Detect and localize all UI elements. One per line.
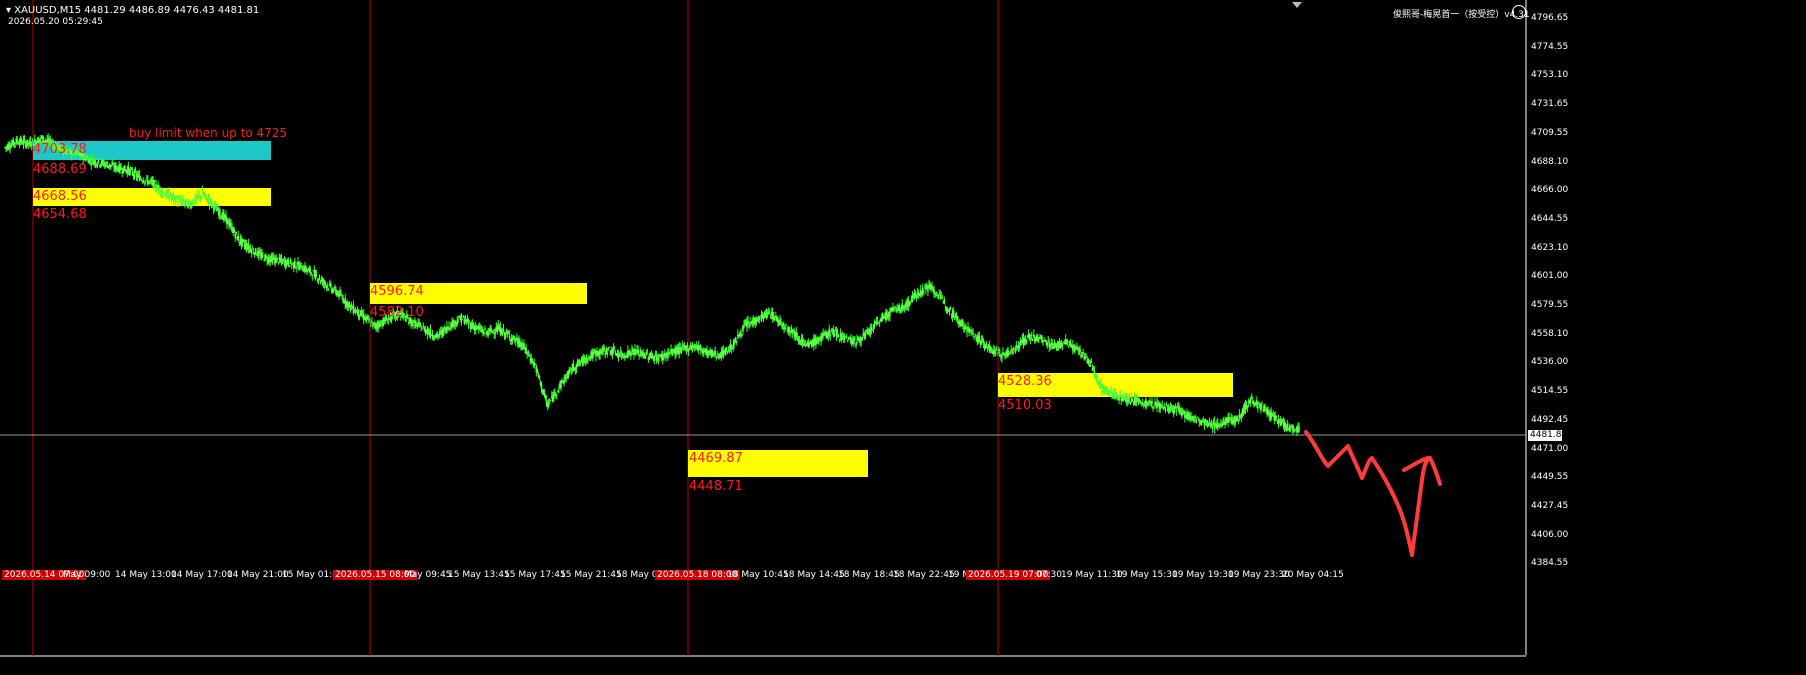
current-price-label: 4481.81: [1530, 430, 1568, 440]
price-tick-label: 4579.55: [1531, 300, 1569, 310]
chart-area[interactable]: ▾ XAUUSD,M15 4481.29 4486.89 4476.43 448…: [0, 0, 1806, 675]
zone3-bottom-label: 4582.10: [370, 305, 424, 320]
time-tick-label: 19 May 11:30: [1061, 570, 1123, 580]
price-tick-label: 4731.65: [1531, 99, 1569, 110]
candlestick-series: [4, 133, 1300, 437]
time-tick-label: 18 May 22:45: [893, 570, 955, 580]
time-tick-label: May 09:00: [63, 570, 111, 580]
price-tick-label: 4753.10: [1531, 70, 1569, 81]
time-tick-label: 14 May 21:00: [227, 570, 289, 580]
buy-limit-note: buy limit when up to 4725: [129, 126, 288, 140]
price-tick-label: 4536.00: [1531, 357, 1569, 368]
time-tick-label: 07:30: [1036, 570, 1062, 580]
time-tick-label: 15 May 21:45: [560, 570, 622, 580]
price-tick-label: 4644.55: [1531, 213, 1569, 224]
price-tick-label: 4709.55: [1531, 127, 1569, 138]
time-tick-label: May 09:45: [404, 570, 452, 580]
zone4-bottom-label: 4510.03: [998, 398, 1052, 413]
price-tick-label: 4796.65: [1531, 13, 1569, 23]
price-tick-label: 4774.55: [1531, 41, 1569, 52]
time-tick-label: 15 May 17:45: [504, 570, 566, 580]
time-tick-label: 19 May 23:30: [1228, 570, 1290, 580]
price-tick-label: 4688.10: [1531, 156, 1569, 167]
zone5-top-label: 4469.87: [689, 451, 743, 466]
zone3-top-label: 4596.74: [370, 284, 424, 299]
time-tick-label: 19 May 19:30: [1172, 570, 1234, 580]
zone1-top-label: 4703.78: [33, 142, 87, 157]
time-tick-label: 18 May 10:45: [727, 570, 789, 580]
time-tick-label: 15 May 13:45: [448, 570, 510, 580]
indicator-name: 俊熙哥-梅晃首一（按受控）v4.31: [1393, 10, 1530, 20]
zone4-top-label: 4528.36: [998, 374, 1052, 389]
time-tick-label: 18 May 18:45: [838, 570, 900, 580]
zone1-bottom-label: 4688.69: [33, 162, 87, 177]
time-tick-label: 14 May 17:00: [171, 570, 233, 580]
price-tick-label: 4449.55: [1531, 472, 1569, 483]
zone2-bottom-label: 4654.68: [33, 207, 87, 222]
symbol-line: XAUUSD,M15 4481.29 4486.89 4476.43 4481.…: [14, 5, 260, 16]
forecast-drawing[interactable]: [1304, 430, 1442, 557]
symbol-info: ▾ XAUUSD,M15 4481.29 4486.89 4476.43 448…: [6, 5, 259, 16]
zone2-top-label: 4668.56: [33, 189, 87, 204]
server-datetime: 2026.05.20 05:29:45: [8, 17, 103, 27]
scroll-marker-icon[interactable]: [1292, 2, 1302, 8]
price-tick-label: 4601.00: [1531, 271, 1569, 282]
price-tick-label: 4666.00: [1531, 185, 1569, 196]
settings-gear-icon[interactable]: [1512, 5, 1526, 19]
price-tick-label: 4492.45: [1531, 414, 1569, 425]
price-tick-label: 4558.10: [1531, 328, 1569, 339]
price-tick-label: 4471.00: [1531, 443, 1569, 454]
time-tick-label: 20 May 04:15: [1282, 570, 1344, 580]
price-tick-label: 4623.10: [1531, 242, 1569, 253]
time-tick-label: 14 May 13:00: [115, 570, 177, 580]
time-tick-label: 19 May 15:30: [1116, 570, 1178, 580]
zone5-bottom-label: 4448.71: [689, 479, 743, 494]
dropdown-triangle-icon[interactable]: ▾: [6, 5, 11, 16]
price-tick-label: 4384.55: [1531, 558, 1569, 569]
time-tick-label: 18 May 14:45: [783, 570, 845, 580]
price-tick-label: 4514.55: [1531, 386, 1569, 397]
price-tick-label: 4427.45: [1531, 500, 1569, 511]
price-tick-label: 4406.00: [1531, 529, 1569, 540]
